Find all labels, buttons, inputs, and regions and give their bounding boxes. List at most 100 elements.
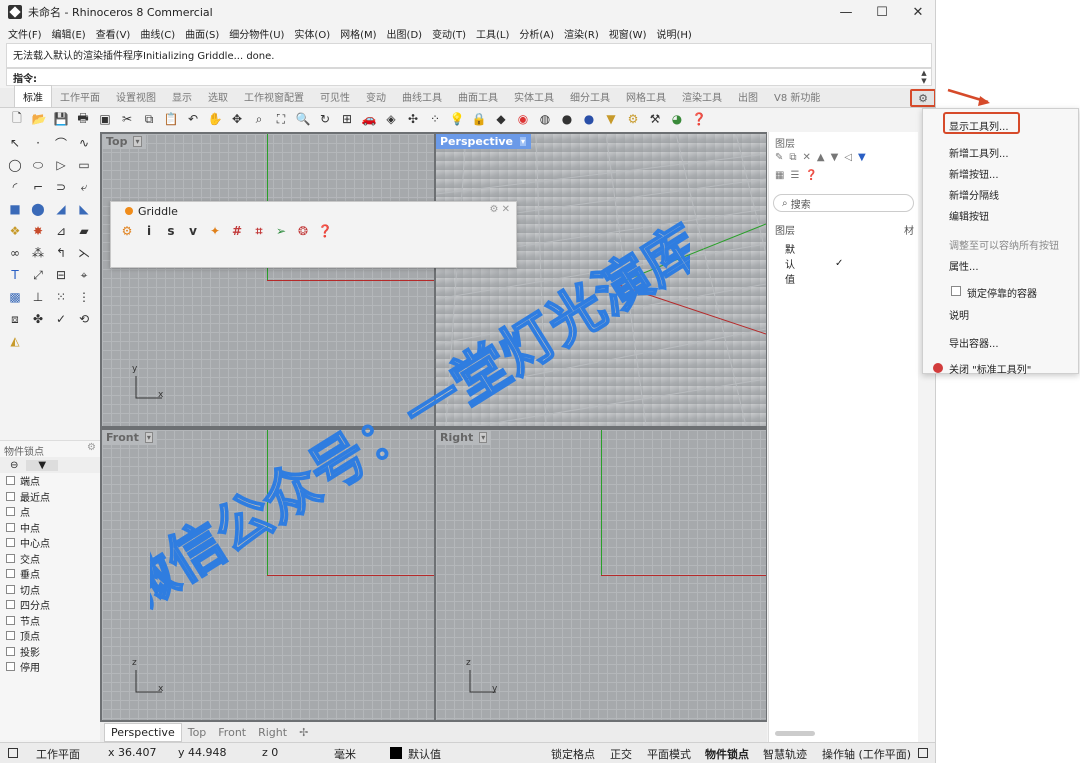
tab-cplanes[interactable]: 工作平面 (52, 86, 108, 107)
save-icon[interactable]: 💾 (52, 111, 70, 127)
viewport-top-label[interactable]: Top ▾ (102, 134, 146, 149)
viewport-right[interactable]: Right ▾ z y (436, 430, 766, 720)
osnap-checkbox[interactable] (6, 476, 15, 486)
maximize-button[interactable]: ☐ (864, 0, 900, 24)
osnap-item[interactable]: 交点 (0, 551, 100, 567)
osnap-checkbox[interactable] (6, 662, 15, 672)
vptab-top[interactable]: Top (182, 724, 213, 741)
named-view-icon[interactable]: 🚗 (360, 111, 378, 127)
new-file-icon[interactable]: 🗋 (8, 111, 26, 127)
rotate-icon[interactable]: ⟲ (75, 311, 93, 327)
lamp-icon[interactable]: ▼ (602, 111, 620, 127)
cut-icon[interactable]: ✂ (118, 111, 136, 127)
griddle-i-button[interactable]: i (139, 222, 159, 240)
menu-close-toolbar[interactable]: 关闭 "标准工具列" (949, 361, 1031, 376)
panel-toggle-icon[interactable] (8, 748, 18, 758)
layer-icon[interactable]: ◆ (492, 111, 510, 127)
trim-icon[interactable]: ↰ (52, 245, 70, 261)
griddle-mesh-icon[interactable]: ⌗ (249, 222, 269, 240)
rotate-view-icon[interactable]: ✥ (228, 111, 246, 127)
open-folder-icon[interactable]: 📂 (30, 111, 48, 127)
text-icon[interactable]: T (6, 267, 24, 283)
toolbar-options-gear-icon[interactable]: ⚙ (910, 89, 935, 107)
color-wheel-icon[interactable]: ◉ (514, 111, 532, 127)
bend-icon[interactable]: ⋮ (75, 289, 93, 305)
tab-solid-tools[interactable]: 实体工具 (506, 86, 562, 107)
curve-icon[interactable]: ∿ (75, 135, 93, 151)
chevron-down-icon[interactable]: ▾ (133, 136, 142, 147)
griddle-send-icon[interactable]: ➢ (271, 222, 291, 240)
menu-new-separator[interactable]: 新增分隔线 (949, 187, 999, 202)
status-smarttrack[interactable]: 智慧轨迹 (763, 746, 807, 762)
light-bulb-icon[interactable]: 💡 (448, 111, 466, 127)
sphere-icon[interactable]: ⬤ (29, 201, 47, 217)
osnap-filter-icon[interactable]: ▼ (26, 459, 59, 471)
osnap-item[interactable]: 端点 (0, 473, 100, 489)
analyze-icon[interactable]: ⌖ (75, 267, 93, 283)
layers-scrollbar[interactable] (775, 731, 815, 736)
array-icon[interactable]: ⊟ (52, 267, 70, 283)
mirror-icon[interactable]: ⧈ (6, 311, 24, 327)
osnap-item[interactable]: 中点 (0, 520, 100, 536)
material-sphere-icon[interactable]: ● (580, 111, 598, 127)
layer-search-input[interactable]: ⌕ 搜索 (773, 194, 914, 212)
osnap-checkbox[interactable] (6, 522, 15, 532)
osnap-item[interactable]: 四分点 (0, 597, 100, 613)
status-units[interactable]: 毫米 (334, 746, 356, 762)
minimize-button[interactable]: — (828, 0, 864, 24)
griddle-grid-icon[interactable]: # (227, 222, 247, 240)
osnap-settings-gear-icon[interactable]: ⚙ (87, 442, 96, 453)
menu-help[interactable]: 说明(H) (656, 26, 691, 41)
delete-layer-icon[interactable]: ✕ (803, 152, 811, 166)
viewport-perspective-label[interactable]: Perspective ▾ (436, 134, 532, 149)
status-layer[interactable]: 默认值 (408, 746, 441, 762)
table-icon[interactable]: ▦ (775, 170, 784, 184)
move-icon[interactable]: ✤ (29, 311, 47, 327)
arc-icon[interactable]: ◜ (6, 179, 24, 195)
current-layer-check-icon[interactable]: ✓ (835, 258, 843, 269)
polyline-icon[interactable]: ⌒ (52, 135, 70, 151)
select-arrow-icon[interactable]: ↖ (6, 135, 24, 151)
osnap-item[interactable]: 中心点 (0, 535, 100, 551)
show-objects-icon[interactable]: ✣ (404, 111, 422, 127)
ellipse-icon[interactable]: ⬭ (29, 157, 47, 173)
tab-visibility[interactable]: 可见性 (312, 86, 358, 107)
fillet-curve-icon[interactable]: ⌐ (29, 179, 47, 195)
menu-surface[interactable]: 曲面(S) (185, 26, 219, 41)
render-icon[interactable]: ◭ (6, 333, 24, 349)
tab-surface-tools[interactable]: 曲面工具 (450, 86, 506, 107)
osnap-checkbox[interactable] (6, 569, 15, 579)
menu-file[interactable]: 文件(F) (8, 26, 42, 41)
curve-edit-icon[interactable]: ⤶ (75, 179, 93, 195)
tab-viewport-layout[interactable]: 工作视窗配置 (236, 86, 312, 107)
command-line[interactable]: 指令: ▲ ▼ (6, 68, 932, 86)
menu-render[interactable]: 渲染(R) (564, 26, 599, 41)
shaded-sphere-icon[interactable]: ● (558, 111, 576, 127)
osnap-checkbox[interactable] (6, 553, 15, 563)
planar-surface-icon[interactable]: ▰ (75, 223, 93, 239)
menu-help[interactable]: 说明 (949, 307, 969, 322)
tab-display[interactable]: 显示 (164, 86, 200, 107)
osnap-checkbox[interactable] (6, 646, 15, 656)
vptab-front[interactable]: Front (212, 724, 252, 741)
menu-edit-button[interactable]: 编辑按钮 (949, 208, 989, 223)
move-down-icon[interactable]: ▼ (831, 152, 839, 166)
osnap-checkbox[interactable] (6, 507, 15, 517)
tab-mesh-tools[interactable]: 网格工具 (618, 86, 674, 107)
globe-icon[interactable]: ◕ (668, 111, 686, 127)
polygon-icon[interactable]: ▷ (52, 157, 70, 173)
chevron-down-icon[interactable]: ▾ (519, 136, 528, 147)
viewport-front-label[interactable]: Front ▾ (102, 430, 157, 445)
griddle-rgb-icon[interactable]: ❂ (293, 222, 313, 240)
menu-new-button[interactable]: 新增按钮... (949, 166, 999, 181)
osnap-item[interactable]: 最近点 (0, 489, 100, 505)
paste-icon[interactable]: 📋 (162, 111, 180, 127)
layer-row[interactable]: 默认值 ✓ (769, 239, 918, 288)
viewport-front[interactable]: Front ▾ z x (102, 430, 434, 720)
help-icon[interactable]: ❓ (690, 111, 708, 127)
loft-icon[interactable]: ✸ (29, 223, 47, 239)
options-gear-icon[interactable]: ⚙ (624, 111, 642, 127)
osnap-item[interactable]: 点 (0, 504, 100, 520)
pan-hand-icon[interactable]: ✋ (206, 111, 224, 127)
griddle-help-icon[interactable]: ❓ (315, 222, 335, 240)
